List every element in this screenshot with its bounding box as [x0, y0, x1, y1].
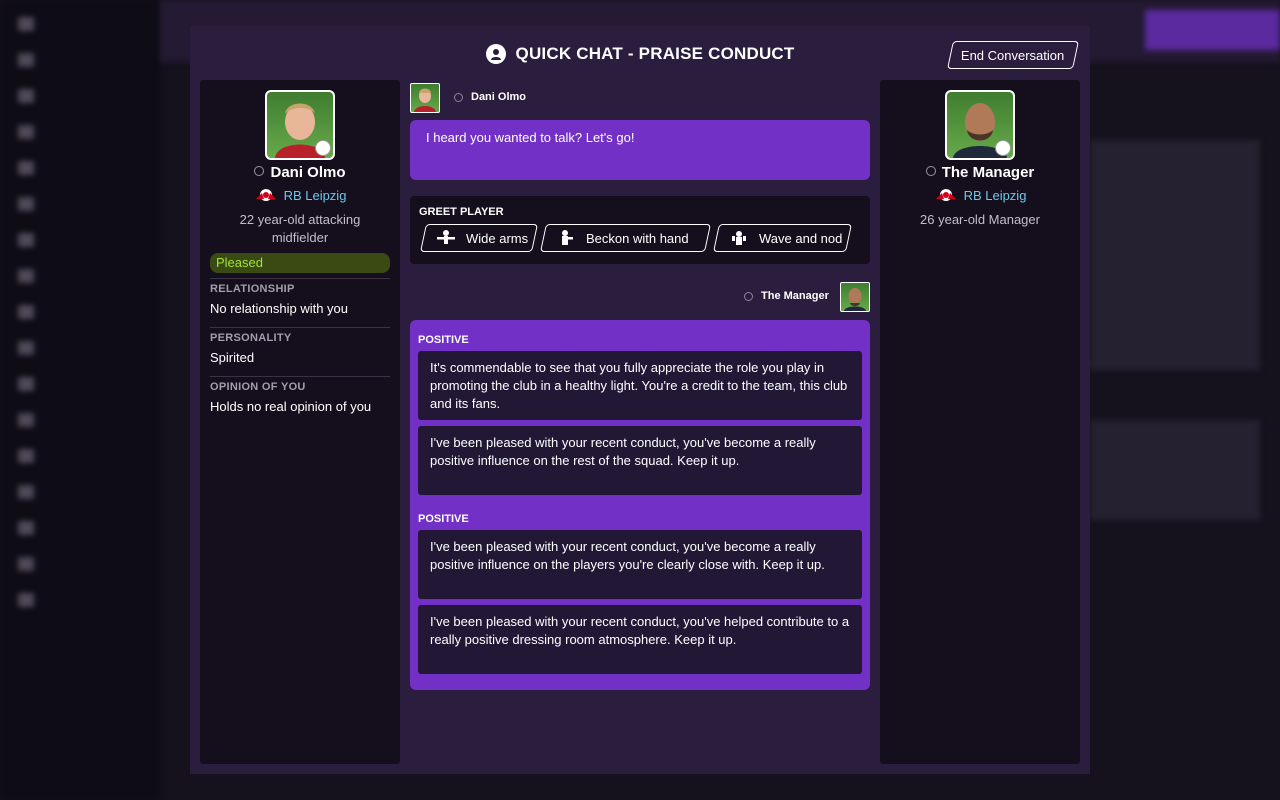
personality-label: PERSONALITY [210, 332, 292, 344]
player-club-link[interactable]: RB Leipzig [200, 188, 400, 203]
manager-name: The Manager [941, 164, 1035, 181]
chat-icon [485, 44, 506, 64]
player-panel: Dani Olmo RB Leipzig 22 year-old attacki… [200, 80, 400, 764]
beckon-icon [562, 230, 573, 245]
person-icon [454, 92, 463, 102]
manager-thumbnail [840, 282, 870, 312]
greet-option-label: Wave and nod [759, 230, 843, 246]
opinion-label: OPINION OF YOU [210, 381, 306, 393]
player-speaker-name: Dani Olmo [471, 91, 527, 103]
player-message-bubble: I heard you wanted to talk? Let's go! [410, 120, 870, 180]
background-continue-button [1145, 10, 1280, 50]
personality-section: PERSONALITY Spirited [210, 327, 390, 365]
player-speaker: Dani Olmo [454, 91, 526, 103]
background-panel [1090, 140, 1260, 370]
response-option[interactable]: I've been pleased with your recent condu… [418, 605, 862, 674]
response-option[interactable]: I've been pleased with your recent condu… [418, 530, 862, 599]
player-name: Dani Olmo [270, 164, 346, 181]
greet-option-wave-and-nod[interactable]: Wave and nod [713, 224, 852, 252]
greet-player-label: GREET PLAYER [419, 206, 504, 218]
greet-player-section: GREET PLAYER Wide arms Beckon with hand … [410, 196, 870, 264]
manager-status-badge [995, 140, 1011, 156]
greet-option-wide-arms[interactable]: Wide arms [420, 224, 538, 252]
wide-arms-icon [437, 230, 455, 244]
player-description: 22 year-old attacking midfielder [239, 212, 361, 245]
end-conversation-button[interactable]: End Conversation [947, 41, 1079, 69]
manager-club-name: RB Leipzig [963, 188, 1027, 203]
manager-name-row: The Manager [880, 164, 1080, 181]
person-icon [925, 166, 936, 176]
chat-area: Dani Olmo I heard you wanted to talk? Le… [410, 80, 870, 764]
response-category: POSITIVE [418, 513, 469, 525]
manager-speaker: The Manager [744, 290, 829, 302]
opinion-section: OPINION OF YOU Holds no real opinion of … [210, 376, 390, 414]
response-option[interactable]: I've been pleased with your recent condu… [418, 426, 862, 495]
background-panel [1090, 420, 1260, 520]
player-portrait [265, 90, 335, 160]
greet-option-label: Beckon with hand [586, 230, 689, 246]
modal-title: QUICK CHAT - PRAISE CONDUCT [515, 44, 795, 63]
manager-club-link[interactable]: RB Leipzig [880, 188, 1080, 203]
personality-value: Spirited [210, 350, 255, 365]
club-crest-icon [935, 189, 956, 201]
player-club-name: RB Leipzig [283, 188, 347, 203]
relationship-section: RELATIONSHIP No relationship with you [210, 278, 390, 316]
response-option[interactable]: It's commendable to see that you fully a… [418, 351, 862, 420]
manager-panel: The Manager RB Leipzig 26 year-old Manag… [880, 80, 1080, 764]
response-options: POSITIVE It's commendable to see that yo… [410, 320, 870, 690]
manager-portrait [945, 90, 1015, 160]
greet-option-label: Wide arms [466, 230, 529, 246]
quick-chat-modal: QUICK CHAT - PRAISE CONDUCT End Conversa… [190, 26, 1090, 774]
relationship-label: RELATIONSHIP [210, 283, 295, 295]
player-mood: Pleased [210, 253, 390, 273]
player-thumbnail [410, 83, 440, 113]
end-conversation-label: End Conversation [961, 47, 1065, 63]
manager-description: 26 year-old Manager [920, 212, 1040, 227]
wave-icon [732, 231, 746, 245]
club-crest-icon [255, 189, 276, 201]
greet-option-beckon-with-hand[interactable]: Beckon with hand [540, 224, 711, 252]
background-sidebar [0, 0, 160, 800]
player-status-badge [315, 140, 331, 156]
relationship-value: No relationship with you [210, 301, 349, 316]
opinion-value: Holds no real opinion of you [210, 399, 372, 414]
response-category: POSITIVE [418, 334, 469, 346]
person-icon [744, 291, 753, 301]
manager-speaker-name: The Manager [761, 290, 829, 302]
person-icon [254, 166, 265, 176]
player-name-row: Dani Olmo [200, 164, 400, 181]
